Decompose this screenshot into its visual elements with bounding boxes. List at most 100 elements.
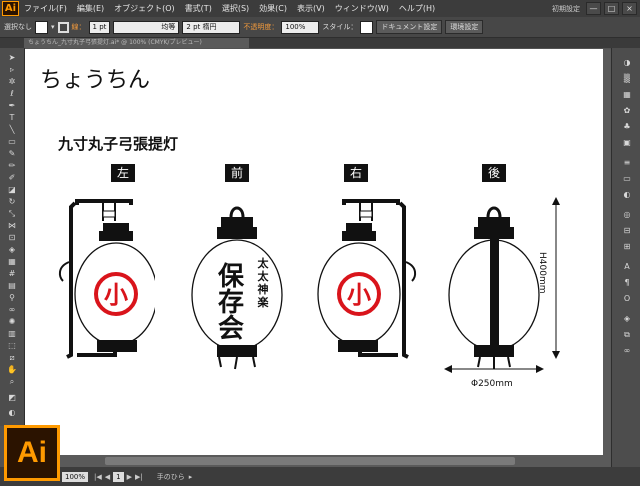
rectangle-tool-icon[interactable]: ▭ [5,137,19,146]
maximize-button[interactable]: □ [604,2,619,15]
document-setup-button[interactable]: ドキュメント設定 [376,20,443,34]
gradient-panel-icon[interactable]: ▭ [621,174,633,183]
artboard-tool-icon[interactable]: ⬚ [5,341,19,350]
fill-swatch[interactable] [35,20,48,34]
last-artboard-icon[interactable]: ▶| [135,473,143,481]
color-guide-icon[interactable]: ▒ [621,74,633,83]
menu-effect[interactable]: 効果(C) [254,3,292,14]
zoom-tool-icon[interactable]: ⌕ [5,377,19,386]
minimize-button[interactable]: — [586,2,601,15]
direct-selection-tool-icon[interactable]: ▹ [5,65,19,74]
mesh-tool-icon[interactable]: # [5,269,19,278]
shape-builder-tool-icon[interactable]: ◈ [5,245,19,254]
style-label: スタイル： [322,23,358,31]
menu-file[interactable]: ファイル(F) [19,3,72,14]
brushes-panel-icon[interactable]: ✿ [621,106,633,115]
symbol-sprayer-tool-icon[interactable]: ✺ [5,317,19,326]
view-label-front: 前 [225,164,249,182]
variable-width-profile[interactable]: 均等 [113,20,180,34]
selection-tool-icon[interactable]: ➤ [5,53,19,62]
status-menu-icon[interactable]: ▸ [189,473,193,481]
layers-panel-icon[interactable]: ◈ [621,314,633,323]
current-tool-status[interactable]: 手のひら [157,472,185,482]
horizontal-scroll-thumb[interactable] [105,457,515,465]
document-tab[interactable]: ちょうちん_九寸丸子弓張提灯.ai* @ 100% (CMYK/プレビュー) [24,38,249,48]
stroke-label[interactable]: 線： [72,22,86,32]
swatches-panel-icon[interactable]: ▦ [621,90,633,99]
magic-wand-tool-icon[interactable]: ✲ [5,77,19,86]
menu-object[interactable]: オブジェクト(O) [109,3,180,14]
appearance-panel-icon[interactable]: ◎ [621,210,633,219]
artboard-number-field[interactable]: 1 [113,471,124,482]
menu-help[interactable]: ヘルプ(H) [394,3,440,14]
paintbrush-tool-icon[interactable]: ✎ [5,149,19,158]
free-transform-tool-icon[interactable]: ⊡ [5,233,19,242]
next-artboard-icon[interactable]: ▶ [127,473,132,481]
graphic-style-swatch[interactable] [360,20,374,34]
align-panel-icon[interactable]: ⊟ [621,226,633,235]
side-char-3: 神 [258,282,269,296]
lasso-tool-icon[interactable]: ℓ [5,89,19,98]
menu-edit[interactable]: 編集(E) [72,3,109,14]
symbols-panel-icon[interactable]: ♣ [621,122,633,131]
type-tool-icon[interactable]: T [5,113,19,122]
lantern-right-view[interactable]: 小 [310,197,420,367]
prev-artboard-icon[interactable]: ◀ [105,473,110,481]
selection-status: 選択なし [4,23,32,31]
horizontal-scrollbar[interactable] [25,455,611,467]
lantern-left-view[interactable]: 小 [55,197,155,367]
menu-type[interactable]: 書式(T) [180,3,217,14]
width-tool-icon[interactable]: ⋈ [5,221,19,230]
transparency-panel-icon[interactable]: ◐ [621,190,633,199]
character-panel-icon[interactable]: A [621,262,633,271]
blend-tool-icon[interactable]: ∞ [5,305,19,314]
artboard[interactable]: ちょうちん 九寸丸子弓張提灯 左 前 右 後 小 太 太 神 楽 保 存 会 小… [25,49,611,455]
transform-panel-icon[interactable]: ⊞ [621,242,633,251]
stroke-weight-field[interactable]: 1 pt [88,20,111,34]
drawing-mode-icon[interactable]: ◐ [5,408,19,417]
control-bar: 選択なし ▾ 線： 1 pt 均等 2 pt 楕円 不透明度： 100% スタイ… [0,17,640,38]
zoom-level-field[interactable]: 100% [62,471,89,482]
fill-stroke-swatches-icon[interactable]: ◩ [5,393,19,402]
lantern-front-view[interactable]: 太 太 神 楽 保 存 会 [187,197,287,373]
hand-tool-icon[interactable]: ✋ [5,365,19,374]
stroke-swatch[interactable] [57,21,69,33]
paragraph-panel-icon[interactable]: ¶ [621,278,633,287]
opacity-label[interactable]: 不透明度： [243,22,278,32]
slice-tool-icon[interactable]: ⧄ [5,353,19,362]
dimension-lines [444,197,560,373]
first-artboard-icon[interactable]: |◀ [94,473,102,481]
workspace-switcher[interactable]: 初期設定 [549,4,583,14]
column-graph-tool-icon[interactable]: ▥ [5,329,19,338]
pen-tool-icon[interactable]: ✒ [5,101,19,110]
brush-definition[interactable]: 2 pt 楕円 [182,20,241,34]
graphic-styles-icon[interactable]: ▣ [621,138,633,147]
emblem-left: 小 [104,281,128,309]
fill-dropdown-icon[interactable]: ▾ [51,23,55,31]
rotate-tool-icon[interactable]: ↻ [5,197,19,206]
perspective-grid-tool-icon[interactable]: ▦ [5,257,19,266]
color-panel-icon[interactable]: ◑ [621,58,633,67]
menu-view[interactable]: 表示(V) [292,3,330,14]
vertical-scrollbar[interactable] [603,49,611,455]
artboards-panel-icon[interactable]: ⧉ [621,330,633,339]
emblem-right: 小 [347,281,371,309]
preferences-button[interactable]: 環境設定 [445,20,484,34]
eraser-tool-icon[interactable]: ◪ [5,185,19,194]
side-char-2: 太 [257,269,270,283]
opacity-field[interactable]: 100% [281,20,320,34]
menu-window[interactable]: ウィンドウ(W) [330,3,394,14]
links-panel-icon[interactable]: ∞ [621,346,633,355]
eyedropper-tool-icon[interactable]: ⚲ [5,293,19,302]
stroke-panel-icon[interactable]: ≡ [621,158,633,167]
close-button[interactable]: × [622,2,637,15]
illustrator-app-icon: Ai [4,425,60,481]
pencil-tool-icon[interactable]: ✏ [5,161,19,170]
gradient-tool-icon[interactable]: ▤ [5,281,19,290]
view-label-left: 左 [111,164,135,182]
blob-brush-tool-icon[interactable]: ✐ [5,173,19,182]
scale-tool-icon[interactable]: ⤡ [5,209,19,218]
menu-select[interactable]: 選択(S) [217,3,254,14]
line-tool-icon[interactable]: ╲ [5,125,19,134]
opentype-panel-icon[interactable]: O [621,294,633,303]
